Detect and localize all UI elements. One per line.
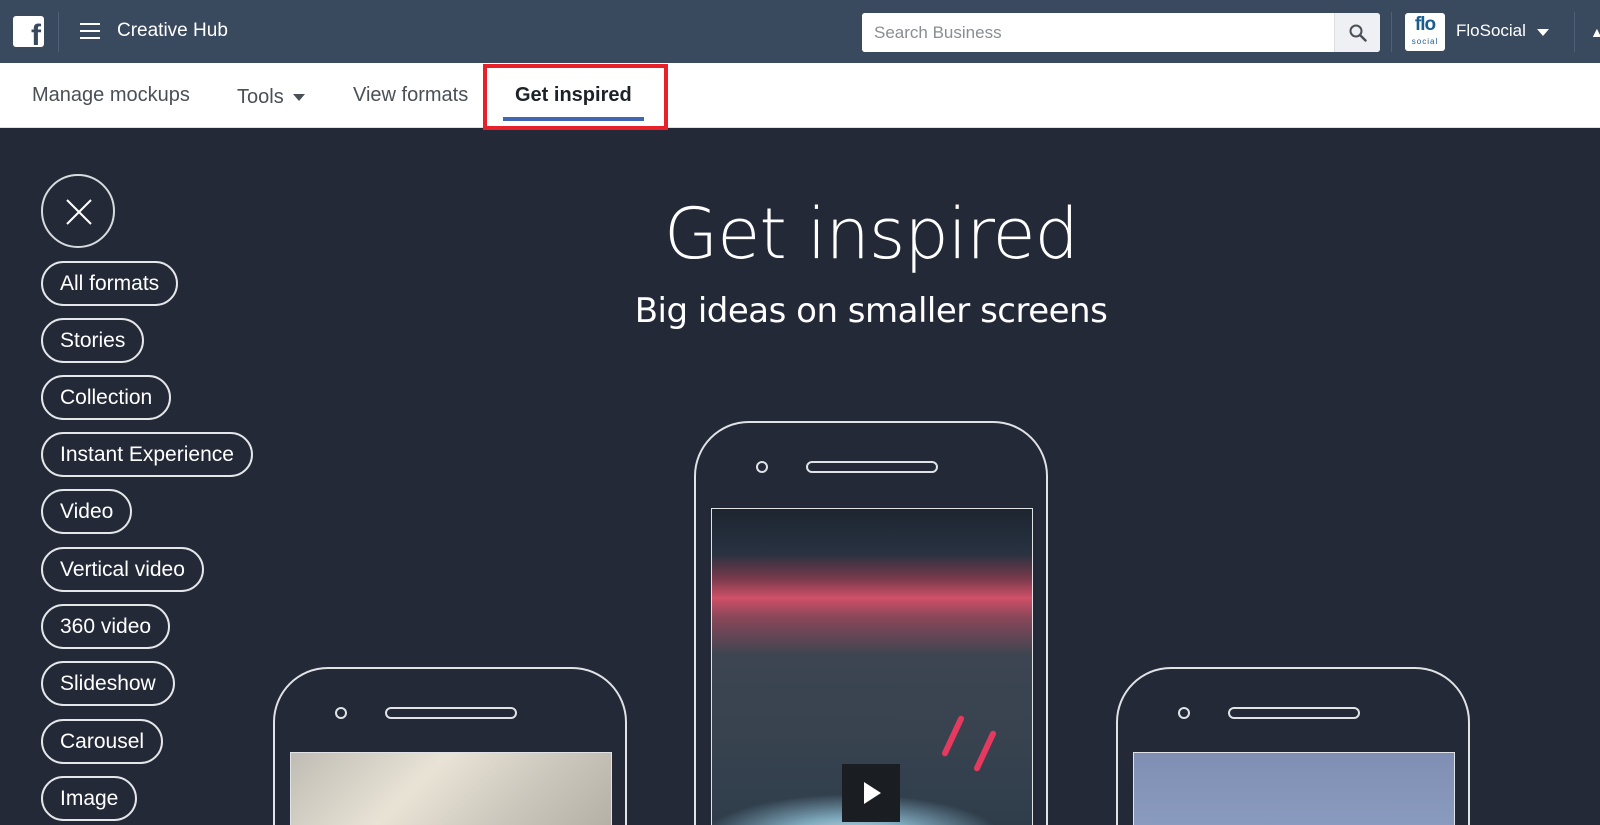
filter-image[interactable]: Image (41, 776, 138, 821)
phone-speaker (806, 461, 938, 473)
facebook-logo-letter: f (31, 19, 41, 52)
avatar-subtext: social (1411, 37, 1439, 46)
search-input[interactable] (862, 13, 1334, 52)
app-title[interactable]: Creative Hub (117, 20, 228, 42)
filter-360-video[interactable]: 360 video (41, 604, 171, 649)
video-frame-detail (972, 729, 998, 773)
account-avatar[interactable]: flo social (1405, 13, 1445, 51)
hero-title: Get inspired (664, 193, 1079, 275)
phone-camera (335, 707, 347, 719)
phone-speaker (1228, 707, 1360, 719)
filter-collection[interactable]: Collection (41, 375, 172, 420)
search-bar (862, 13, 1380, 52)
phone-camera (756, 461, 768, 473)
filter-video[interactable]: Video (41, 489, 133, 534)
facebook-logo[interactable]: f (13, 16, 44, 51)
phone-mockup-left[interactable] (273, 667, 627, 825)
video-frame-detail (940, 714, 966, 758)
search-button[interactable] (1334, 13, 1380, 52)
play-icon (864, 782, 881, 804)
ad-preview-image[interactable] (1133, 752, 1455, 825)
ad-preview-video[interactable] (711, 508, 1033, 825)
tab-manage-mockups[interactable]: Manage mockups (32, 84, 190, 107)
tab-bar: Manage mockups Tools View formats Get in… (0, 63, 1600, 130)
ad-preview-image[interactable] (290, 752, 612, 825)
divider (1574, 12, 1575, 52)
phone-mockup-center[interactable] (694, 421, 1048, 825)
chevron-down-icon[interactable] (293, 94, 305, 101)
phone-mockup-right[interactable] (1116, 667, 1470, 825)
divider (58, 12, 59, 52)
phone-camera (1178, 707, 1190, 719)
hero-subtitle: Big ideas on smaller screens (634, 291, 1108, 331)
filter-slideshow[interactable]: Slideshow (41, 661, 175, 706)
account-dropdown-icon[interactable] (1537, 29, 1549, 36)
search-icon (1349, 24, 1367, 42)
highlight-annotation (483, 64, 668, 130)
help-icon[interactable]: ▲ (1590, 24, 1600, 40)
top-bar: f Creative Hub flo social FloSocial ▲ (0, 0, 1600, 63)
divider (1391, 12, 1392, 52)
phone-speaker (385, 707, 517, 719)
filter-carousel[interactable]: Carousel (41, 719, 164, 764)
avatar-text: flo (1414, 14, 1436, 35)
play-button[interactable] (842, 764, 900, 822)
filter-vertical-video[interactable]: Vertical video (41, 547, 204, 592)
tab-view-formats[interactable]: View formats (353, 84, 468, 107)
filter-instant-experience[interactable]: Instant Experience (41, 432, 253, 477)
tab-tools[interactable]: Tools (237, 86, 284, 109)
account-name[interactable]: FloSocial (1456, 21, 1526, 41)
hamburger-icon[interactable] (80, 23, 100, 40)
